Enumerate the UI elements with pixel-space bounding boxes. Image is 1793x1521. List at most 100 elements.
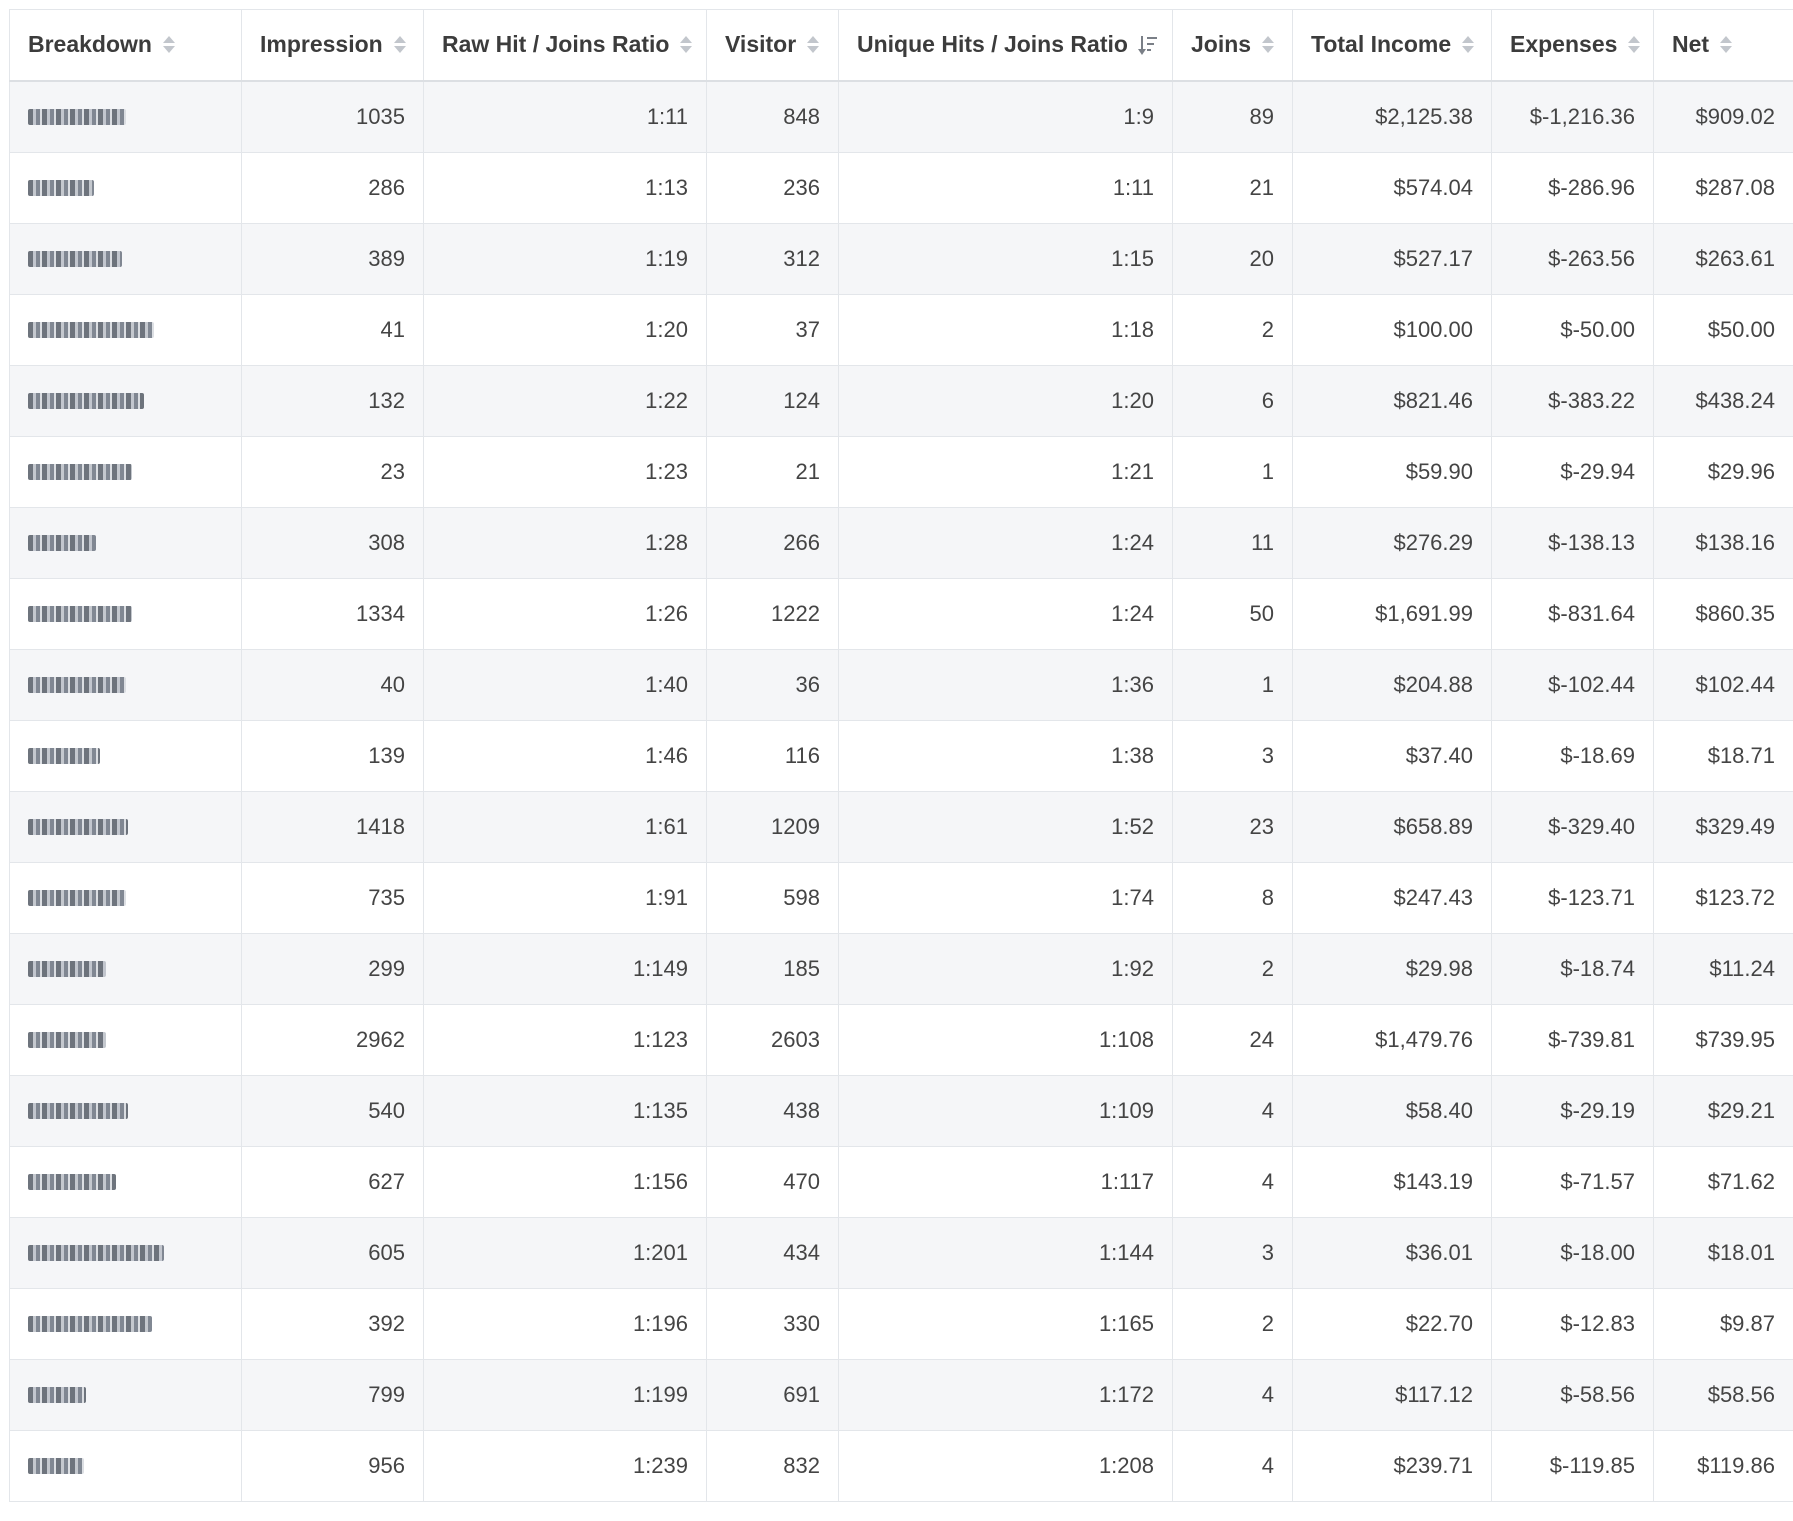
raw-ratio-cell: 1:20 [423,294,707,366]
column-header-visitor[interactable]: Visitor [706,9,839,82]
raw-ratio-cell: 1:199 [423,1359,707,1431]
raw-ratio-cell: 1:46 [423,720,707,792]
unique-ratio-cell: 1:9 [838,80,1173,153]
table-row[interactable]: 41 1:20 37 1:18 2 $100.00 $-50.00 $50.00 [9,294,1793,366]
column-header-impression[interactable]: Impression [241,9,424,82]
expenses-cell: $-138.13 [1491,507,1654,579]
column-header-label: Breakdown [28,31,152,58]
table-row[interactable]: 2962 1:123 2603 1:108 24 $1,479.76 $-739.81 $73… [9,1004,1793,1076]
redacted-breakdown-name [28,960,106,977]
redacted-breakdown-name [28,179,94,196]
table-row[interactable]: 540 1:135 438 1:109 4 $58.40 $-29.19 $29.21 [9,1075,1793,1147]
redacted-breakdown-name [28,108,126,125]
unique-ratio-cell: 1:18 [838,294,1173,366]
joins-cell: 21 [1172,152,1293,224]
sort-amount-down-icon[interactable] [1137,34,1158,56]
breakdown-cell [9,507,242,579]
expenses-cell: $-119.85 [1491,1430,1654,1502]
table-row[interactable]: 139 1:46 116 1:38 3 $37.40 $-18.69 $18.71 [9,720,1793,792]
impression-cell: 286 [241,152,424,224]
total-income-cell: $37.40 [1292,720,1492,792]
unique-ratio-cell: 1:21 [838,436,1173,508]
table-row[interactable]: 132 1:22 124 1:20 6 $821.46 $-383.22 $438.24 [9,365,1793,437]
impression-cell: 392 [241,1288,424,1360]
breakdown-cell [9,80,242,153]
visitor-cell: 312 [706,223,839,295]
total-income-cell: $58.40 [1292,1075,1492,1147]
table-row[interactable]: 627 1:156 470 1:117 4 $143.19 $-71.57 $71.62 [9,1146,1793,1218]
unique-ratio-cell: 1:24 [838,578,1173,650]
impression-cell: 605 [241,1217,424,1289]
column-header-raw-hit-joins-ratio[interactable]: Raw Hit / Joins Ratio [423,9,707,82]
impression-cell: 308 [241,507,424,579]
column-header-label: Joins [1191,31,1252,58]
sort-icon[interactable] [1261,34,1275,56]
expenses-cell: $-263.56 [1491,223,1654,295]
sort-icon[interactable] [162,34,176,56]
impression-cell: 1418 [241,791,424,863]
sort-icon[interactable] [806,34,820,56]
expenses-cell: $-18.00 [1491,1217,1654,1289]
table-body: 1035 1:11 848 1:9 89 $2,125.38 $-1,216.36 $909.… [9,80,1793,1502]
unique-ratio-cell: 1:38 [838,720,1173,792]
visitor-cell: 36 [706,649,839,721]
unique-ratio-cell: 1:117 [838,1146,1173,1218]
sort-icon[interactable] [1719,34,1733,56]
raw-ratio-cell: 1:13 [423,152,707,224]
table-row[interactable]: 1418 1:61 1209 1:52 23 $658.89 $-329.40 $329.49 [9,791,1793,863]
table-row[interactable]: 1334 1:26 1222 1:24 50 $1,691.99 $-831.64 $860.… [9,578,1793,650]
joins-cell: 1 [1172,649,1293,721]
unique-ratio-cell: 1:92 [838,933,1173,1005]
table-row[interactable]: 389 1:19 312 1:15 20 $527.17 $-263.56 $263.61 [9,223,1793,295]
raw-ratio-cell: 1:40 [423,649,707,721]
table-row[interactable]: 956 1:239 832 1:208 4 $239.71 $-119.85 $119.86 [9,1430,1793,1502]
table-row[interactable]: 286 1:13 236 1:11 21 $574.04 $-286.96 $287.08 [9,152,1793,224]
sort-icon[interactable] [393,34,407,56]
expenses-cell: $-739.81 [1491,1004,1654,1076]
total-income-cell: $100.00 [1292,294,1492,366]
unique-ratio-cell: 1:24 [838,507,1173,579]
column-header-joins[interactable]: Joins [1172,9,1293,82]
table-row[interactable]: 308 1:28 266 1:24 11 $276.29 $-138.13 $138.16 [9,507,1793,579]
breakdown-cell [9,1430,242,1502]
raw-ratio-cell: 1:149 [423,933,707,1005]
impression-cell: 139 [241,720,424,792]
breakdown-cell [9,1217,242,1289]
expenses-cell: $-18.69 [1491,720,1654,792]
sort-icon[interactable] [1627,34,1641,56]
sort-icon[interactable] [679,34,693,56]
table-row[interactable]: 799 1:199 691 1:172 4 $117.12 $-58.56 $58.56 [9,1359,1793,1431]
column-header-net[interactable]: Net [1653,9,1793,82]
visitor-cell: 116 [706,720,839,792]
column-header-total-income[interactable]: Total Income [1292,9,1492,82]
unique-ratio-cell: 1:36 [838,649,1173,721]
table-row[interactable]: 735 1:91 598 1:74 8 $247.43 $-123.71 $123.72 [9,862,1793,934]
column-header-breakdown[interactable]: Breakdown [9,9,242,82]
total-income-cell: $204.88 [1292,649,1492,721]
column-header-expenses[interactable]: Expenses [1491,9,1654,82]
total-income-cell: $276.29 [1292,507,1492,579]
redacted-breakdown-name [28,1457,84,1474]
net-cell: $329.49 [1653,791,1793,863]
table-row[interactable]: 1035 1:11 848 1:9 89 $2,125.38 $-1,216.36 $909.… [9,80,1793,153]
table-row[interactable]: 299 1:149 185 1:92 2 $29.98 $-18.74 $11.24 [9,933,1793,1005]
breakdown-cell [9,649,242,721]
table-row[interactable]: 23 1:23 21 1:21 1 $59.90 $-29.94 $29.96 [9,436,1793,508]
total-income-cell: $527.17 [1292,223,1492,295]
joins-cell: 24 [1172,1004,1293,1076]
column-header-unique-hits-joins-ratio[interactable]: Unique Hits / Joins Ratio [838,9,1173,82]
sort-icon[interactable] [1461,34,1475,56]
net-cell: $123.72 [1653,862,1793,934]
total-income-cell: $658.89 [1292,791,1492,863]
impression-cell: 41 [241,294,424,366]
header-row: Breakdown Impression Raw Hit / Joins Rat… [9,9,1793,82]
impression-cell: 23 [241,436,424,508]
breakdown-cell [9,1359,242,1431]
impression-cell: 132 [241,365,424,437]
table-row[interactable]: 392 1:196 330 1:165 2 $22.70 $-12.83 $9.87 [9,1288,1793,1360]
breakdown-cell [9,1288,242,1360]
net-cell: $138.16 [1653,507,1793,579]
expenses-cell: $-383.22 [1491,365,1654,437]
table-row[interactable]: 605 1:201 434 1:144 3 $36.01 $-18.00 $18.01 [9,1217,1793,1289]
table-row[interactable]: 40 1:40 36 1:36 1 $204.88 $-102.44 $102.44 [9,649,1793,721]
